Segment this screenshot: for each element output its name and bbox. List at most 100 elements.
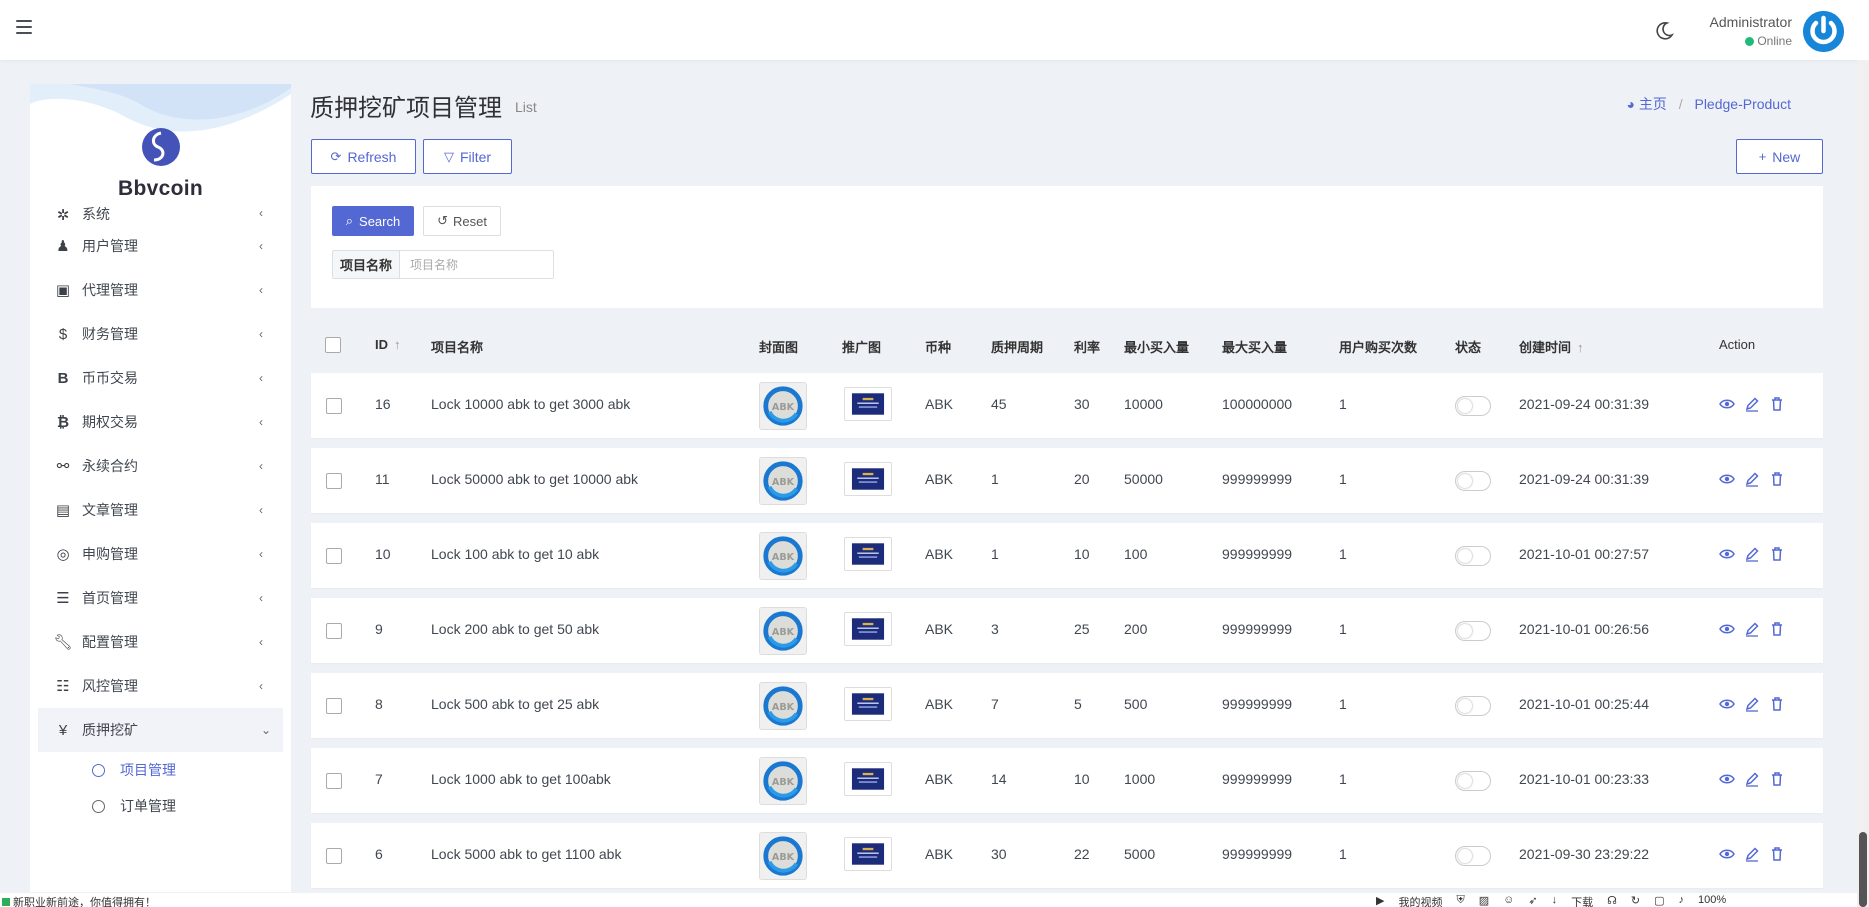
sort-up-icon[interactable]: ↑ <box>394 337 401 352</box>
sidebar-item-config[interactable]: 🔧︎ 配置管理 ‹ <box>30 620 291 664</box>
download-icon[interactable]: ↓ <box>1552 894 1558 907</box>
view-eye-icon[interactable] <box>1719 846 1735 862</box>
view-eye-icon[interactable] <box>1719 396 1735 412</box>
status-toggle[interactable] <box>1455 846 1491 866</box>
cover-image[interactable]: ABK <box>759 682 807 730</box>
status-toggle[interactable] <box>1455 771 1491 791</box>
sidebar-item-subscription[interactable]: ◎ 申购管理 ‹ <box>30 532 291 576</box>
shield-icon[interactable]: ⛨ <box>1456 894 1464 907</box>
promo-image[interactable] <box>844 537 892 571</box>
edit-pencil-icon[interactable] <box>1744 546 1760 562</box>
sidebar-item-perpetual[interactable]: ⚯ 永续合约 ‹ <box>30 444 291 488</box>
delete-trash-icon[interactable] <box>1769 621 1785 637</box>
download-link[interactable]: 下载 <box>1571 894 1593 907</box>
status-toggle[interactable] <box>1455 396 1491 416</box>
sidebar-item-pledge-mining[interactable]: ¥ 质押挖矿 ⌄ <box>38 708 283 752</box>
cell-rate: 25 <box>1074 621 1090 637</box>
zoom-level[interactable]: 100% <box>1698 894 1726 907</box>
sidebar-item-agents[interactable]: ▣ 代理管理 ‹ <box>30 268 291 312</box>
refresh-icon[interactable]: ↻ <box>1631 894 1640 907</box>
user-name[interactable]: Administrator <box>1710 14 1792 30</box>
delete-trash-icon[interactable] <box>1769 471 1785 487</box>
status-toggle[interactable] <box>1455 546 1491 566</box>
cover-image[interactable]: ABK <box>759 457 807 505</box>
sidebar-item-articles[interactable]: ▤ 文章管理 ‹ <box>30 488 291 532</box>
sidebar-item-options[interactable]: ₿ 期权交易 ‹ <box>30 400 291 444</box>
cover-image[interactable]: ABK <box>759 832 807 880</box>
reset-button[interactable]: ↺ Reset <box>423 206 501 236</box>
promo-image[interactable] <box>844 837 892 871</box>
cover-image[interactable]: ABK <box>759 757 807 805</box>
volume-icon[interactable]: ♪ <box>1678 894 1684 907</box>
refresh-button[interactable]: ⟳ Refresh <box>311 139 416 174</box>
submenu-item-orders[interactable]: 订单管理 <box>30 788 291 824</box>
view-eye-icon[interactable] <box>1719 471 1735 487</box>
promo-image[interactable] <box>844 612 892 646</box>
column-header-id[interactable]: ID ↑ <box>375 337 401 352</box>
edit-pencil-icon[interactable] <box>1744 471 1760 487</box>
status-toggle[interactable] <box>1455 471 1491 491</box>
edit-pencil-icon[interactable] <box>1744 621 1760 637</box>
users-icon: ♟ <box>56 238 70 255</box>
new-button[interactable]: + New <box>1736 139 1823 174</box>
row-checkbox[interactable] <box>326 398 342 414</box>
delete-trash-icon[interactable] <box>1769 696 1785 712</box>
promo-image[interactable] <box>844 462 892 496</box>
scrollbar-thumb[interactable] <box>1859 832 1867 907</box>
view-eye-icon[interactable] <box>1719 696 1735 712</box>
video-icon[interactable]: ▶ <box>1376 894 1384 907</box>
view-eye-icon[interactable] <box>1719 621 1735 637</box>
sort-up-icon[interactable]: ↑ <box>1577 340 1584 355</box>
row-checkbox[interactable] <box>326 773 342 789</box>
delete-trash-icon[interactable] <box>1769 546 1785 562</box>
edit-pencil-icon[interactable] <box>1744 771 1760 787</box>
filter-button[interactable]: ▽ Filter <box>423 139 512 174</box>
page-scrollbar[interactable] <box>1857 60 1869 907</box>
my-videos-link[interactable]: 我的视频 <box>1398 894 1442 907</box>
delete-trash-icon[interactable] <box>1769 771 1785 787</box>
edit-pencil-icon[interactable] <box>1744 396 1760 412</box>
select-all-checkbox[interactable] <box>325 337 341 353</box>
sidebar-item-spot-trading[interactable]: B 币币交易 ‹ <box>30 356 291 400</box>
chevron-left-icon: ‹ <box>259 503 263 517</box>
top-navbar: Administrator Online <box>0 0 1869 60</box>
sidebar-item-homepage[interactable]: ☰ 首页管理 ‹ <box>30 576 291 620</box>
rocket-icon[interactable]: ➶ <box>1528 894 1537 907</box>
edit-pencil-icon[interactable] <box>1744 696 1760 712</box>
headset-icon[interactable]: ☊ <box>1607 894 1617 907</box>
sidebar-item-risk[interactable]: ☷ 风控管理 ‹ <box>30 664 291 708</box>
game-icon[interactable]: ☺ <box>1503 894 1514 907</box>
sidebar-item-users[interactable]: ♟ 用户管理 ‹ <box>30 224 291 268</box>
search-button[interactable]: ⌕ Search <box>332 206 414 236</box>
cover-image[interactable]: ABK <box>759 532 807 580</box>
delete-trash-icon[interactable] <box>1769 396 1785 412</box>
row-checkbox[interactable] <box>326 623 342 639</box>
promo-image[interactable] <box>844 687 892 721</box>
view-eye-icon[interactable] <box>1719 546 1735 562</box>
image-icon[interactable]: ▨ <box>1479 894 1489 907</box>
project-name-input[interactable] <box>400 251 553 278</box>
row-checkbox[interactable] <box>326 848 342 864</box>
row-checkbox[interactable] <box>326 698 342 714</box>
cover-image[interactable]: ABK <box>759 382 807 430</box>
sidebar-item-system[interactable]: ✲ 系统 ‹ <box>30 202 291 224</box>
column-header-created-at[interactable]: 创建时间 ↑ <box>1519 337 1584 356</box>
status-toggle[interactable] <box>1455 621 1491 641</box>
promo-image[interactable] <box>844 762 892 796</box>
cover-image[interactable]: ABK <box>759 607 807 655</box>
edit-pencil-icon[interactable] <box>1744 846 1760 862</box>
window-icon[interactable]: ▢ <box>1654 894 1664 907</box>
avatar[interactable] <box>1803 11 1844 52</box>
sidebar-item-finance[interactable]: $ 财务管理 ‹ <box>30 312 291 356</box>
moon-icon[interactable] <box>1654 21 1674 41</box>
delete-trash-icon[interactable] <box>1769 846 1785 862</box>
row-checkbox[interactable] <box>326 548 342 564</box>
view-eye-icon[interactable] <box>1719 771 1735 787</box>
status-toggle[interactable] <box>1455 696 1491 716</box>
breadcrumb-home[interactable]: 主页 <box>1639 96 1667 112</box>
statusbar-message[interactable]: 新职业新前途，你值得拥有！ <box>2 894 156 907</box>
hamburger-menu-icon[interactable] <box>16 20 32 34</box>
row-checkbox[interactable] <box>326 473 342 489</box>
submenu-item-projects[interactable]: 项目管理 <box>30 752 291 788</box>
promo-image[interactable] <box>844 387 892 421</box>
